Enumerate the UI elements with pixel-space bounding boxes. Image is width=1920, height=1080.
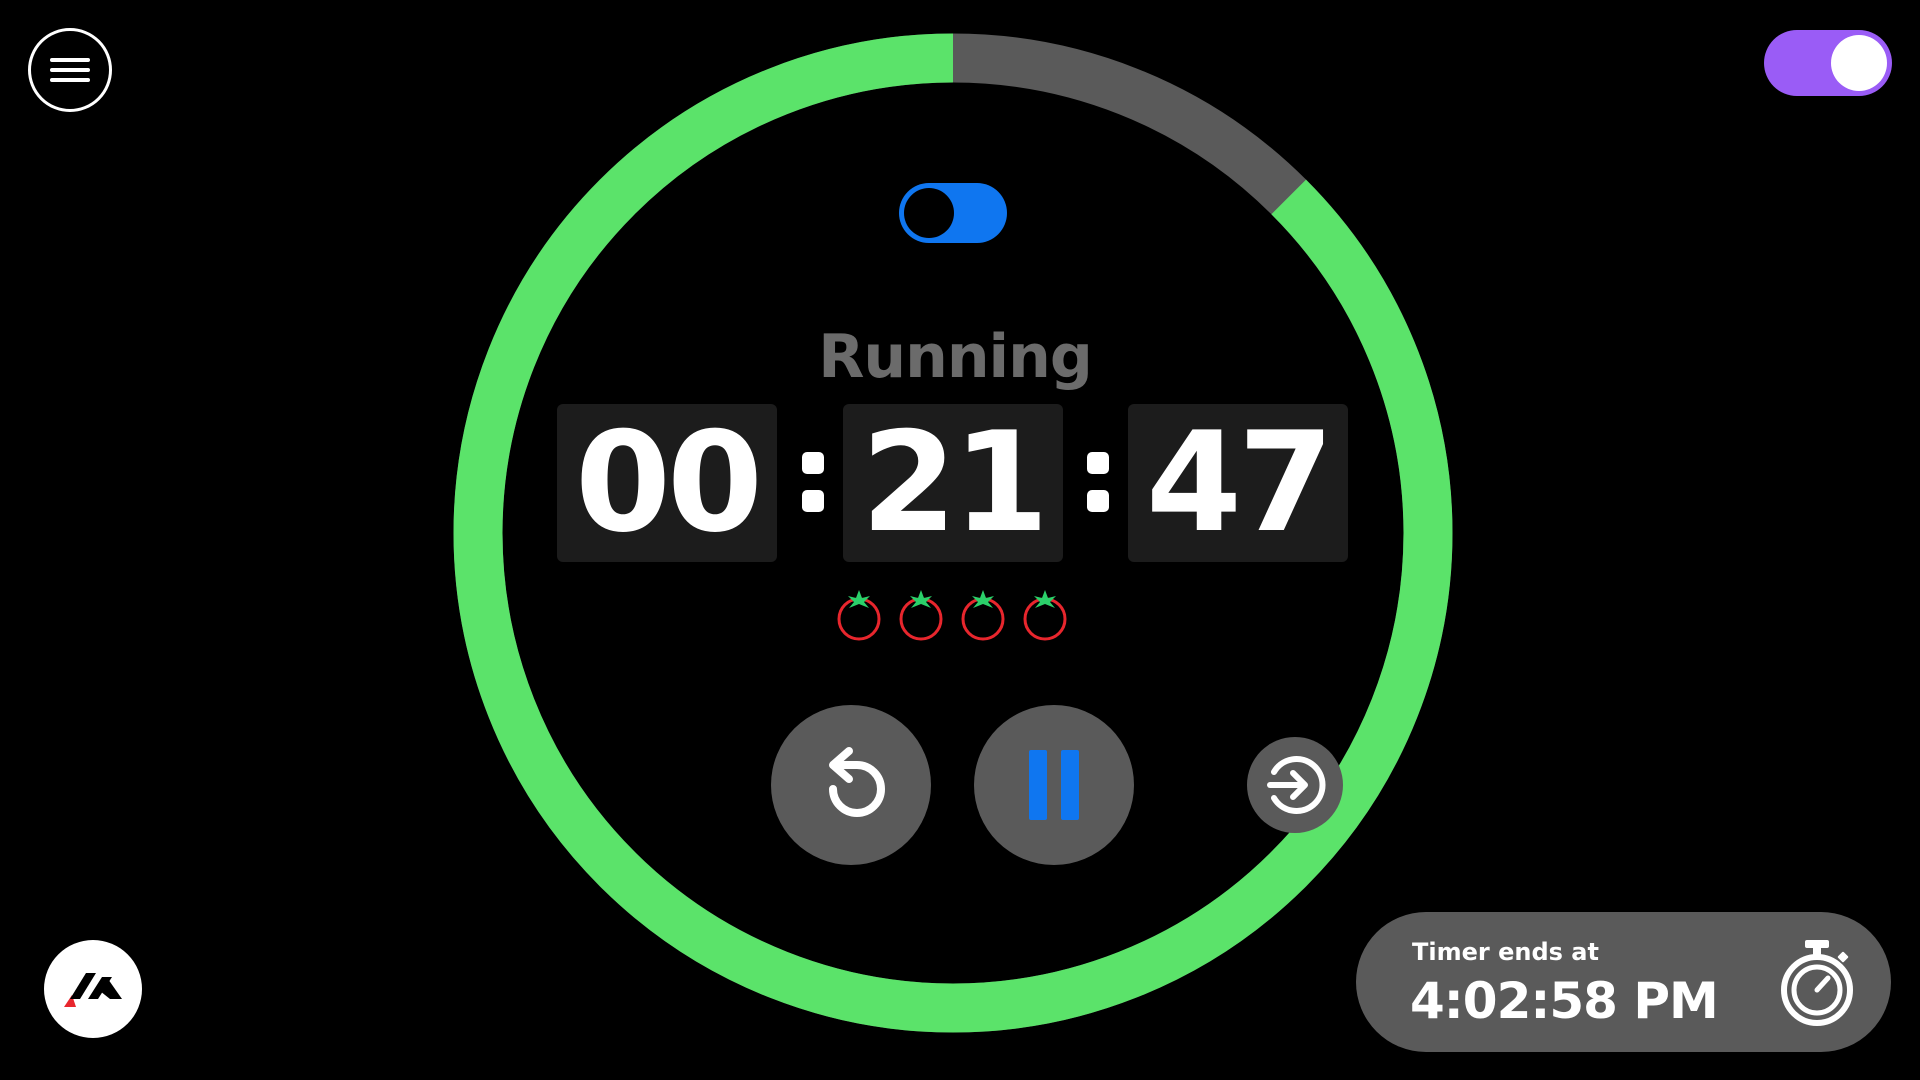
timer-ends-card: Timer ends at 4:02:58 PM (1356, 912, 1891, 1052)
timer-ends-time: 4:02:58 PM (1410, 972, 1719, 1030)
brand-logo[interactable] (44, 940, 142, 1038)
menu-button[interactable] (28, 28, 112, 112)
skip-icon (1267, 756, 1326, 814)
mode-toggle-knob (904, 188, 954, 238)
timer-ends-label: Timer ends at (1412, 938, 1599, 966)
timer-screen: Running 00 21 47 Timer ends at 4:02:58 P… (0, 0, 1920, 1080)
seconds-display: 47 (1128, 404, 1348, 562)
colon-separator (1077, 446, 1117, 516)
hours-display: 00 (557, 404, 777, 562)
pause-icon (1029, 750, 1079, 820)
timer-status: Running (818, 322, 1093, 392)
theme-toggle[interactable] (1764, 30, 1892, 96)
brand-logo-icon (64, 973, 122, 1007)
pomodoro-counter (834, 588, 1074, 642)
theme-toggle-knob (1831, 35, 1887, 91)
minutes-display: 21 (843, 404, 1063, 562)
reset-icon (829, 747, 885, 817)
tomato-icon (961, 590, 1005, 641)
mode-toggle[interactable] (899, 183, 1007, 243)
pause-button[interactable] (974, 705, 1134, 865)
reset-button[interactable] (771, 705, 931, 865)
tomato-icon (1023, 590, 1067, 641)
stopwatch-icon (1781, 940, 1853, 1026)
tomato-icon (837, 590, 881, 641)
tomato-icon (899, 590, 943, 641)
colon-separator (792, 446, 832, 516)
hamburger-menu-icon (50, 56, 90, 84)
skip-button[interactable] (1247, 737, 1343, 833)
